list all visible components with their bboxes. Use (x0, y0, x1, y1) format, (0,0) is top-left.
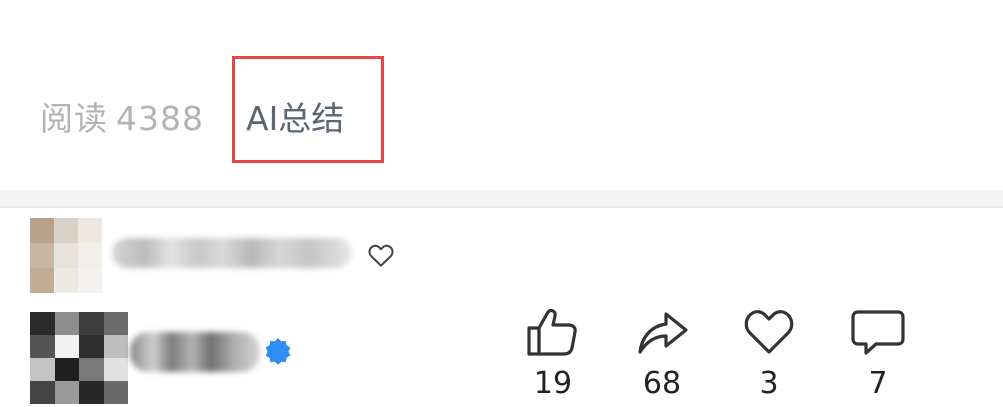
read-count: 阅读 4388 (40, 92, 204, 140)
share-arrow-icon[interactable] (634, 306, 690, 358)
commenter-avatar[interactable] (30, 218, 102, 293)
like-count: 19 (533, 366, 573, 401)
heart-outline-icon[interactable] (366, 240, 396, 270)
section-divider (0, 190, 1003, 208)
action-bar: 19 68 3 7 (0, 300, 1003, 407)
comment-preview[interactable] (0, 208, 1003, 300)
commenter-name-obscured (112, 238, 352, 268)
ai-summary-button[interactable]: AI总结 (246, 92, 344, 140)
verified-badge-icon (265, 338, 291, 365)
favorite-count: 3 (759, 366, 779, 401)
read-count-value: 4388 (116, 99, 204, 138)
read-count-label: 阅读 (40, 99, 108, 138)
favorite-action[interactable]: 3 (729, 300, 809, 407)
author-avatar[interactable] (30, 312, 128, 404)
comment-action[interactable]: 7 (838, 300, 918, 407)
heart-outline-icon[interactable] (741, 306, 797, 358)
comment-count: 7 (868, 366, 888, 401)
comment-bubble-icon[interactable] (850, 306, 906, 358)
thumbs-up-icon[interactable] (525, 306, 581, 358)
article-meta-row: 阅读 4388 AI总结 (0, 0, 1003, 190)
author-name-obscured (130, 332, 260, 372)
share-action[interactable]: 68 (622, 300, 702, 407)
like-action[interactable]: 19 (513, 300, 593, 407)
share-count: 68 (642, 366, 682, 401)
